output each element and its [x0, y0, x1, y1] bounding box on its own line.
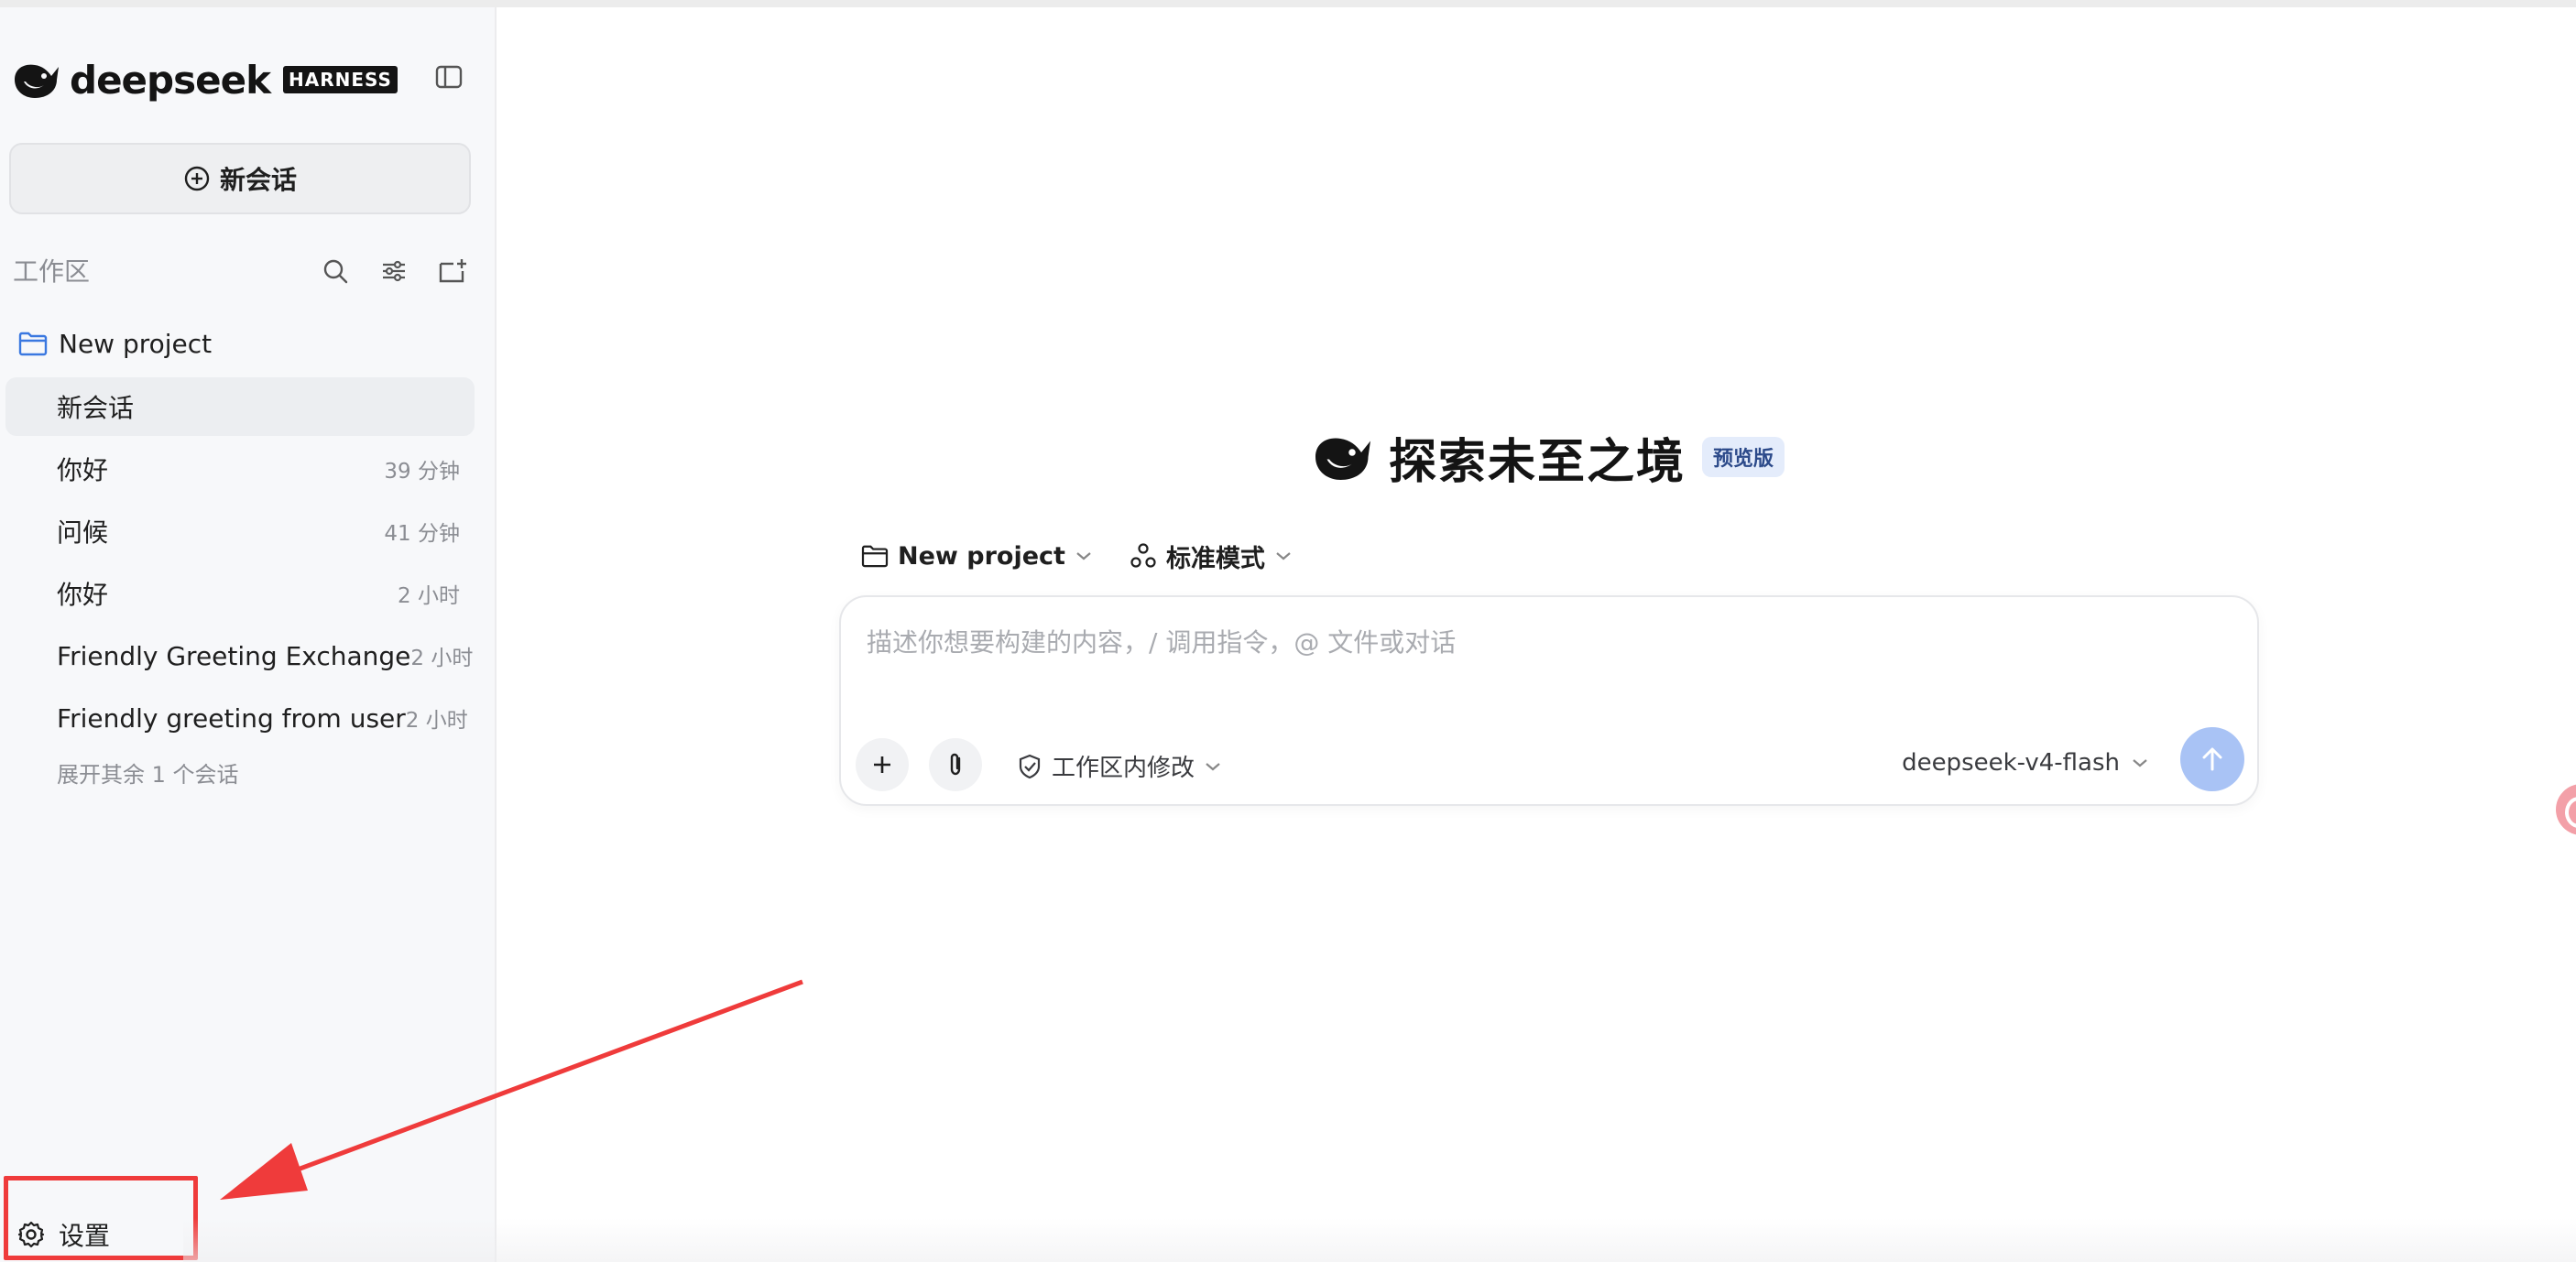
brand-badge: HARNESS — [283, 66, 398, 93]
mode-selector-label: 标准模式 — [1165, 544, 1265, 573]
preview-badge: 预览版 — [1702, 437, 1785, 477]
sidebar: deepseek HARNESS 新会话 工作区 New project 新会话… — [0, 7, 497, 1262]
project-selector[interactable]: New project — [861, 542, 1093, 571]
conversation-item[interactable]: 新会话 — [5, 377, 475, 436]
new-chat-label: 新会话 — [219, 165, 297, 195]
conversation-time: 41 分钟 — [384, 522, 460, 546]
plus-circle-icon — [184, 166, 210, 191]
mode-icon — [1130, 543, 1156, 568]
sidebar-toggle-button[interactable] — [431, 59, 467, 95]
chevron-down-icon — [2133, 759, 2147, 767]
conversation-time: 2 小时 — [405, 709, 468, 733]
filter-button[interactable] — [376, 253, 412, 289]
mode-selector[interactable]: 标准模式 — [1130, 539, 1293, 574]
whale-icon — [15, 64, 59, 98]
add-button[interactable] — [856, 738, 909, 791]
window-top-border — [0, 0, 2576, 7]
add-folder-icon — [439, 259, 466, 283]
attach-button[interactable] — [929, 738, 982, 791]
composer: 工作区内修改 deepseek-v4-flash — [839, 595, 2259, 806]
conversation-title: Friendly greeting from user — [57, 702, 406, 734]
send-button[interactable] — [2180, 727, 2244, 791]
shield-icon — [1019, 754, 1041, 778]
folder-icon — [861, 545, 889, 568]
conversation-item[interactable]: Friendly Greeting Exchange 2 小时 — [5, 626, 475, 685]
conversation-title: 问候 — [57, 517, 109, 548]
conversation-title: 新会话 — [57, 393, 135, 423]
brand-logo: deepseek HARNESS — [11, 49, 487, 110]
conversation-time: 39 分钟 — [384, 460, 460, 484]
floating-assistant-widget[interactable] — [2556, 784, 2576, 835]
project-selector-label: New project — [898, 541, 1065, 571]
conversation-title: 你好 — [57, 580, 109, 610]
hero-heading: 探索未至之境 预览版 — [1310, 425, 1785, 490]
permission-label: 工作区内修改 — [1052, 755, 1195, 782]
project-name: New project — [59, 328, 213, 359]
new-chat-button[interactable]: 新会话 — [9, 143, 471, 214]
workspace-header: 工作区 — [13, 247, 471, 293]
permission-selector[interactable]: 工作区内修改 — [1017, 749, 1222, 783]
new-project-button[interactable] — [434, 253, 471, 289]
conversation-time: 2 小时 — [410, 647, 474, 670]
plus-icon — [874, 756, 890, 773]
conversation-title: Friendly Greeting Exchange — [57, 640, 411, 671]
brand-name: deepseek — [70, 57, 271, 103]
conversation-item[interactable]: 你好 39 分钟 — [5, 440, 475, 498]
hero-title: 探索未至之境 — [1389, 434, 1686, 490]
annotation-highlight-box — [4, 1176, 198, 1260]
conversation-item[interactable]: 你好 2 小时 — [5, 564, 475, 623]
paperclip-icon — [950, 753, 961, 776]
sliders-icon — [383, 260, 405, 282]
model-selector[interactable]: deepseek-v4-flash — [1902, 749, 2149, 777]
conversation-time: 2 小时 — [398, 584, 460, 608]
chevron-down-icon — [1276, 552, 1291, 560]
conversation-title: 你好 — [57, 455, 109, 485]
search-button[interactable] — [317, 253, 354, 289]
composer-input[interactable] — [867, 621, 2222, 663]
composer-selectors: New project 标准模式 — [861, 537, 1293, 575]
model-label: deepseek-v4-flash — [1902, 749, 2120, 777]
project-item[interactable]: New project — [18, 321, 212, 366]
conversation-item[interactable]: Friendly greeting from user 2 小时 — [5, 689, 475, 747]
bottom-fade — [183, 1218, 2576, 1262]
workspace-label: 工作区 — [13, 256, 91, 287]
arrow-up-icon — [2202, 747, 2222, 771]
chevron-down-icon — [1076, 552, 1091, 560]
search-icon — [323, 259, 348, 284]
whale-icon — [1315, 438, 1370, 480]
chevron-down-icon — [1206, 762, 1220, 770]
folder-icon — [18, 332, 48, 356]
conversation-list: 新会话 你好 39 分钟 问候 41 分钟 你好 2 小时 Friendly G… — [5, 377, 475, 751]
expand-more-conversations[interactable]: 展开其余 1 个会话 — [57, 756, 239, 789]
sidebar-toggle-icon — [435, 65, 463, 89]
conversation-item[interactable]: 问候 41 分钟 — [5, 502, 475, 560]
